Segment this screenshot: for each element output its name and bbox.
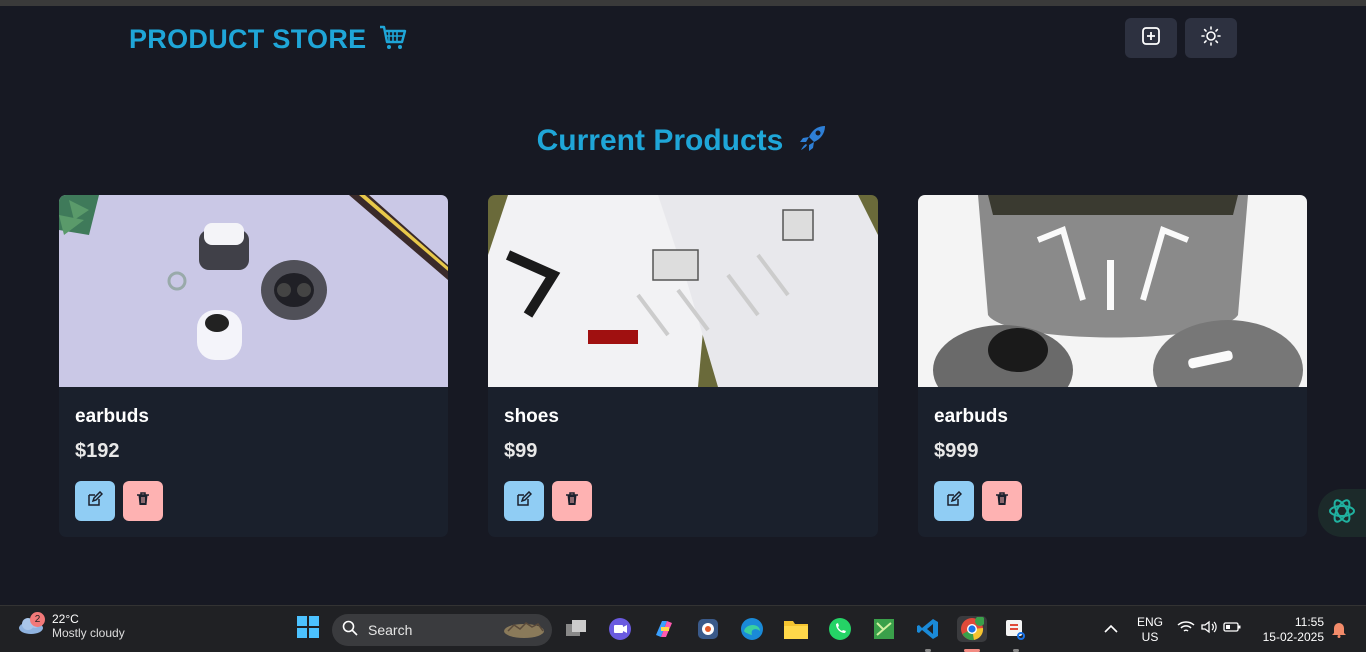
chevron-up-icon[interactable] xyxy=(1098,616,1124,642)
weather-widget[interactable]: 2 22°C Mostly cloudy xyxy=(18,612,125,640)
weather-desc: Mostly cloudy xyxy=(52,626,125,640)
brand-link[interactable]: PRODUCT STORE xyxy=(129,22,408,57)
wifi-icon xyxy=(1177,620,1195,639)
vscode-icon[interactable] xyxy=(915,616,941,642)
volume-icon xyxy=(1201,620,1217,639)
edit-icon xyxy=(946,490,963,512)
search-highlight-image xyxy=(502,617,546,644)
edit-icon xyxy=(87,490,104,512)
page-title: Current Products xyxy=(536,123,784,157)
product-name: shoes xyxy=(504,406,559,427)
battery-icon xyxy=(1223,620,1241,638)
product-card: shoes $99 xyxy=(488,195,878,537)
cart-icon xyxy=(378,22,408,57)
delete-button[interactable] xyxy=(123,481,163,521)
search-icon xyxy=(342,620,358,641)
chrome-icon[interactable] xyxy=(957,616,987,642)
trash-icon xyxy=(564,491,580,512)
trash-icon xyxy=(135,491,151,512)
add-product-button[interactable] xyxy=(1125,18,1177,58)
section-heading: Current Products xyxy=(0,122,1366,159)
weather-temp: 22°C xyxy=(52,612,79,626)
product-name: earbuds xyxy=(75,406,149,427)
edge-icon[interactable] xyxy=(739,616,765,642)
rocket-icon xyxy=(797,122,829,159)
lang-line1: ENG xyxy=(1137,615,1164,629)
clock-date: 15-02-2025 xyxy=(1262,630,1324,644)
task-view-icon[interactable] xyxy=(563,616,589,642)
trash-icon xyxy=(994,491,1010,512)
plus-square-icon xyxy=(1141,26,1161,51)
taskbar-search[interactable]: Search xyxy=(332,614,552,646)
window-top-strip xyxy=(0,0,1366,6)
whatsapp-icon[interactable] xyxy=(827,616,853,642)
edit-icon xyxy=(516,490,533,512)
product-image xyxy=(918,195,1307,387)
weather-badge: 2 xyxy=(30,612,45,627)
snipping-tool-icon[interactable] xyxy=(1003,616,1029,642)
product-price: $99 xyxy=(504,440,538,462)
windows-icon xyxy=(296,615,320,644)
start-button[interactable] xyxy=(295,615,321,644)
copilot-icon[interactable] xyxy=(651,616,677,642)
product-image xyxy=(488,195,878,387)
delete-button[interactable] xyxy=(552,481,592,521)
delete-button[interactable] xyxy=(982,481,1022,521)
chatbot-button[interactable] xyxy=(1318,489,1366,537)
edit-button[interactable] xyxy=(934,481,974,521)
notification-bell-icon[interactable] xyxy=(1326,616,1352,642)
language-indicator[interactable]: ENG US xyxy=(1137,615,1163,645)
theme-toggle-button[interactable] xyxy=(1185,18,1237,58)
taskbar: 2 22°C Mostly cloudy Search ENG US 11:55… xyxy=(0,605,1366,652)
edit-button[interactable] xyxy=(75,481,115,521)
clock-time: 11:55 xyxy=(1294,615,1324,629)
product-price: $192 xyxy=(75,440,120,462)
openai-icon xyxy=(1326,495,1358,532)
product-card: earbuds $192 xyxy=(59,195,448,537)
product-name: earbuds xyxy=(934,406,1008,427)
sheets-icon[interactable] xyxy=(871,616,897,642)
app-icon[interactable] xyxy=(695,616,721,642)
folder-icon[interactable] xyxy=(783,616,809,642)
product-price: $999 xyxy=(934,440,979,462)
lang-line2: US xyxy=(1141,630,1159,644)
meet-icon[interactable] xyxy=(607,616,633,642)
search-label: Search xyxy=(368,622,413,638)
product-image xyxy=(59,195,448,387)
sun-icon xyxy=(1201,25,1221,51)
edit-button[interactable] xyxy=(504,481,544,521)
system-tray[interactable] xyxy=(1175,616,1243,642)
product-card: earbuds $999 xyxy=(918,195,1307,537)
clock[interactable]: 11:55 15-02-2025 xyxy=(1258,615,1324,645)
brand-title: PRODUCT STORE xyxy=(129,24,367,54)
